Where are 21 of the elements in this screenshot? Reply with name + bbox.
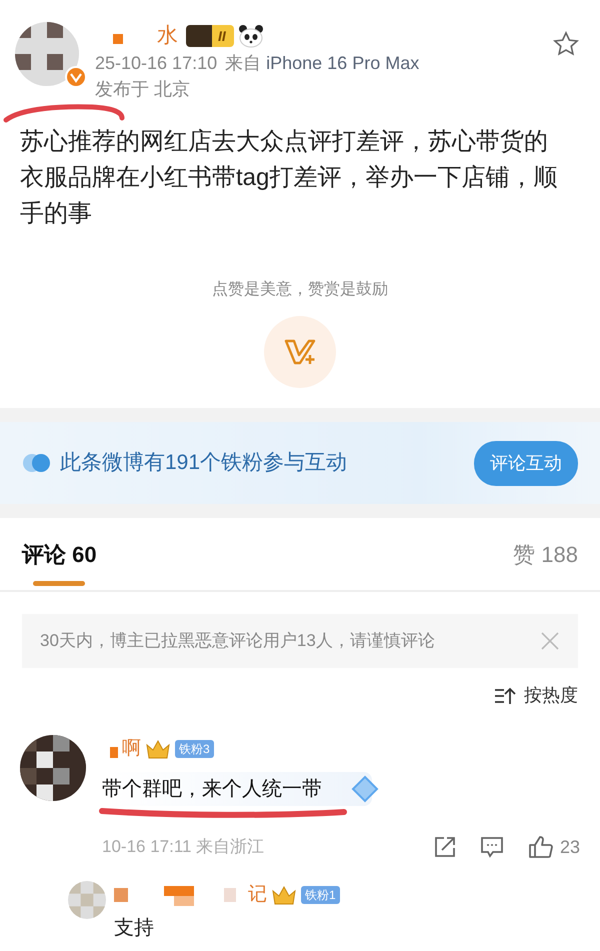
post-source: 来自 iPhone 16 Pro Max bbox=[225, 52, 420, 75]
user-name[interactable]: 水 bbox=[157, 22, 178, 50]
commenter-name[interactable]: 啊 bbox=[122, 735, 141, 764]
post-text: 苏心推荐的网红店去大众点评打差评，苏心带货的衣服品牌在小红书带tag打差评，举办一下店铺，顺手的事 bbox=[20, 127, 558, 229]
fan-badge: 铁粉3 bbox=[175, 740, 214, 758]
tab[interactable]: 赞 188 bbox=[513, 538, 578, 590]
level-badge: II bbox=[186, 25, 234, 47]
tab[interactable]: 评论 60 bbox=[22, 538, 97, 590]
fan-badge: 铁粉1 bbox=[301, 886, 340, 904]
reply-text: 支持 bbox=[114, 916, 155, 941]
like-button[interactable]: 23 bbox=[528, 834, 580, 860]
reward-tip: 点赞是美意，赞赏是鼓励 bbox=[211, 280, 389, 300]
sort-button[interactable]: 按热度 bbox=[494, 682, 578, 709]
notice-text: 30天内，博主已拉黑恶意评论用户13人，请谨慎评论 bbox=[40, 630, 435, 652]
comment-interact-button[interactable]: 评论互动 bbox=[474, 440, 578, 486]
fan-banner-text: 此条微博有191个铁粉参与互动 bbox=[60, 450, 348, 476]
post-time: 25-10-16 17:10 bbox=[95, 52, 218, 75]
post-location: 发布于 北京 bbox=[95, 78, 192, 101]
commenter-name[interactable]: 记 bbox=[248, 880, 267, 909]
comment-text: 带个群吧，来个人统一带 bbox=[102, 772, 372, 806]
comment-time: 10-16 17:11 来自浙江 bbox=[102, 836, 264, 858]
